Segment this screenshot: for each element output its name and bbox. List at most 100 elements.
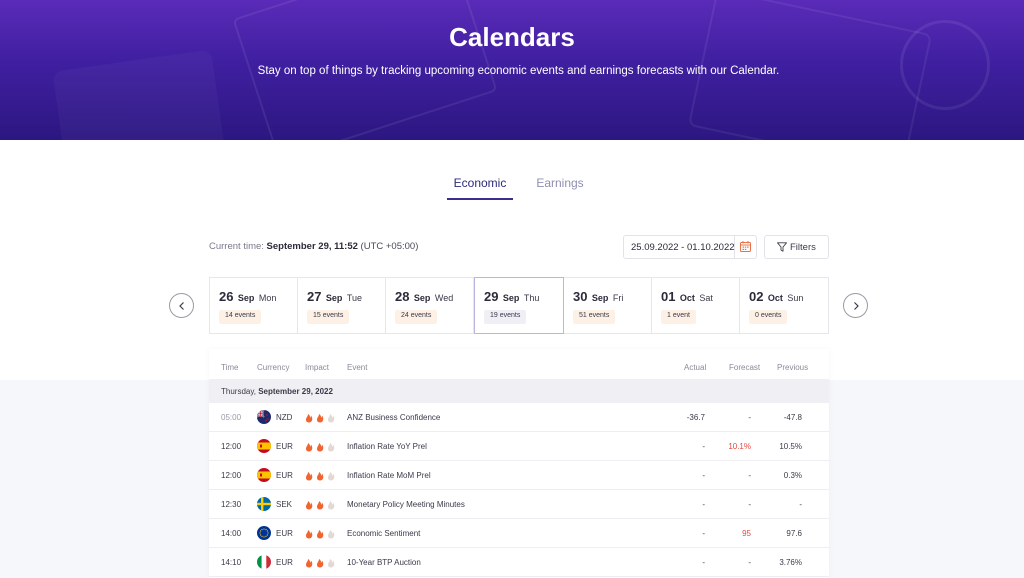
events-badge: 24 events <box>395 310 438 324</box>
filters-button[interactable]: Filters <box>764 235 829 259</box>
impact-flame-icon <box>305 559 335 568</box>
events-badge: 1 event <box>661 310 696 324</box>
events-badge: 51 events <box>573 310 616 324</box>
day-number: 29 <box>484 289 499 304</box>
day-number: 30 <box>573 289 588 304</box>
date-range-value: 25.09.2022 - 01.10.2022 <box>631 242 735 253</box>
next-week-button[interactable] <box>843 293 868 318</box>
event-time: 12:00 <box>221 442 242 451</box>
calendar-tabs: Economic Earnings <box>0 176 1024 200</box>
column-header: Time <box>221 363 239 372</box>
day-weekday: Thu <box>523 293 540 303</box>
column-header: Event <box>347 363 368 372</box>
column-header: Forecast <box>729 363 761 372</box>
event-name[interactable]: Economic Sentiment <box>347 529 420 538</box>
es-flag-icon <box>257 439 271 453</box>
table-row[interactable]: 12:00 EUR Inflation Rate YoY Prel - 10.1% 10.… <box>209 432 829 461</box>
table-row[interactable]: 12:00 EUR Inflation Rate MoM Prel - - 0.3% <box>209 461 829 490</box>
filters-label: Filters <box>790 242 816 253</box>
column-header: Actual <box>684 363 707 372</box>
timezone: (UTC +05:00) <box>360 241 419 252</box>
table-row[interactable]: 14:10 EUR 10-Year BTP Auction - - 3.76% <box>209 548 829 577</box>
day-card[interactable]: 02 Oct Sun 0 events <box>740 278 828 333</box>
event-previous: 0.3% <box>783 471 802 480</box>
impact-flame-icon <box>305 530 335 539</box>
day-weekday: Sat <box>699 293 713 303</box>
event-time: 05:00 <box>221 413 242 422</box>
date-group-row: Thursday, September 29, 2022 <box>209 379 829 403</box>
day-month: Oct <box>679 293 695 303</box>
event-previous: 97.6 <box>786 529 802 538</box>
eu-flag-icon <box>257 526 271 540</box>
event-currency: EUR <box>276 442 293 451</box>
event-previous: - <box>799 500 802 509</box>
column-header: Impact <box>305 363 330 372</box>
day-month: Sep <box>237 293 255 303</box>
current-time: Current time: September 29, 11:52 (UTC +… <box>209 241 418 252</box>
day-month: Oct <box>767 293 783 303</box>
day-month: Sep <box>502 293 520 303</box>
day-number: 01 <box>661 289 676 304</box>
day-card[interactable]: 27 Sep Tue 15 events <box>298 278 386 333</box>
day-number: 26 <box>219 289 234 304</box>
day-number: 02 <box>749 289 764 304</box>
event-actual: - <box>702 558 705 567</box>
event-forecast: - <box>748 413 751 422</box>
event-currency: EUR <box>276 471 293 480</box>
event-forecast: - <box>748 558 751 567</box>
event-name[interactable]: Monetary Policy Meeting Minutes <box>347 500 465 509</box>
day-card[interactable]: 26 Sep Mon 14 events <box>210 278 298 333</box>
event-previous: -47.8 <box>783 413 802 422</box>
day-card[interactable]: 01 Oct Sat 1 event <box>652 278 740 333</box>
event-currency: EUR <box>276 558 293 567</box>
day-card[interactable]: 28 Sep Wed 24 events <box>386 278 474 333</box>
es-flag-icon <box>257 468 271 482</box>
day-card[interactable]: 30 Sep Fri 51 events <box>564 278 652 333</box>
page-title: Calendars <box>449 22 575 52</box>
calendar-icon[interactable] <box>734 236 756 258</box>
nz-flag-icon <box>257 410 271 424</box>
event-currency: NZD <box>276 413 293 422</box>
day-number: 27 <box>307 289 322 304</box>
event-forecast: 95 <box>742 529 751 538</box>
events-badge: 19 events <box>484 310 527 324</box>
chevron-right-icon <box>854 302 859 310</box>
day-weekday: Tue <box>346 293 363 303</box>
event-actual: - <box>702 529 705 538</box>
column-header: Previous <box>777 363 809 372</box>
event-forecast: - <box>748 500 751 509</box>
day-weekday: Fri <box>612 293 624 303</box>
impact-flame-icon <box>305 443 335 452</box>
event-actual: - <box>702 442 705 451</box>
day-number: 28 <box>395 289 410 304</box>
prev-week-button[interactable] <box>169 293 194 318</box>
column-header: Currency <box>257 363 290 372</box>
event-previous: 10.5% <box>779 442 802 451</box>
event-name[interactable]: Inflation Rate YoY Prel <box>347 442 427 451</box>
table-row[interactable]: 12:30 SEK Monetary Policy Meeting Minutes -… <box>209 490 829 519</box>
event-name[interactable]: Inflation Rate MoM Prel <box>347 471 431 480</box>
event-time: 12:00 <box>221 471 242 480</box>
impact-flame-icon <box>305 414 335 423</box>
event-name[interactable]: ANZ Business Confidence <box>347 413 440 422</box>
day-weekday: Mon <box>258 293 277 303</box>
group-date: September 29, 2022 <box>258 387 333 396</box>
table-row[interactable]: 05:00 NZD ANZ Business Confidence -36.7 - -47… <box>209 403 829 432</box>
tab-earnings[interactable]: Earnings <box>530 176 590 200</box>
filter-icon <box>777 242 787 252</box>
se-flag-icon <box>257 497 271 511</box>
event-time: 14:10 <box>221 558 242 567</box>
events-badge: 15 events <box>307 310 350 324</box>
event-name[interactable]: 10-Year BTP Auction <box>347 558 421 567</box>
event-actual: - <box>702 500 705 509</box>
day-month: Sep <box>591 293 609 303</box>
date-range-picker[interactable]: 25.09.2022 - 01.10.2022 <box>623 235 757 259</box>
event-time: 12:30 <box>221 500 242 509</box>
tab-economic[interactable]: Economic <box>447 176 513 200</box>
event-currency: SEK <box>276 500 293 509</box>
current-time-label: Current time: <box>209 241 264 252</box>
table-row[interactable]: 14:00 EUR Economic Sentiment - 95 97.6 <box>209 519 829 548</box>
day-card-selected[interactable]: 29 Sep Thu 19 events <box>474 277 564 334</box>
event-actual: - <box>702 471 705 480</box>
day-weekday: Wed <box>434 293 454 303</box>
